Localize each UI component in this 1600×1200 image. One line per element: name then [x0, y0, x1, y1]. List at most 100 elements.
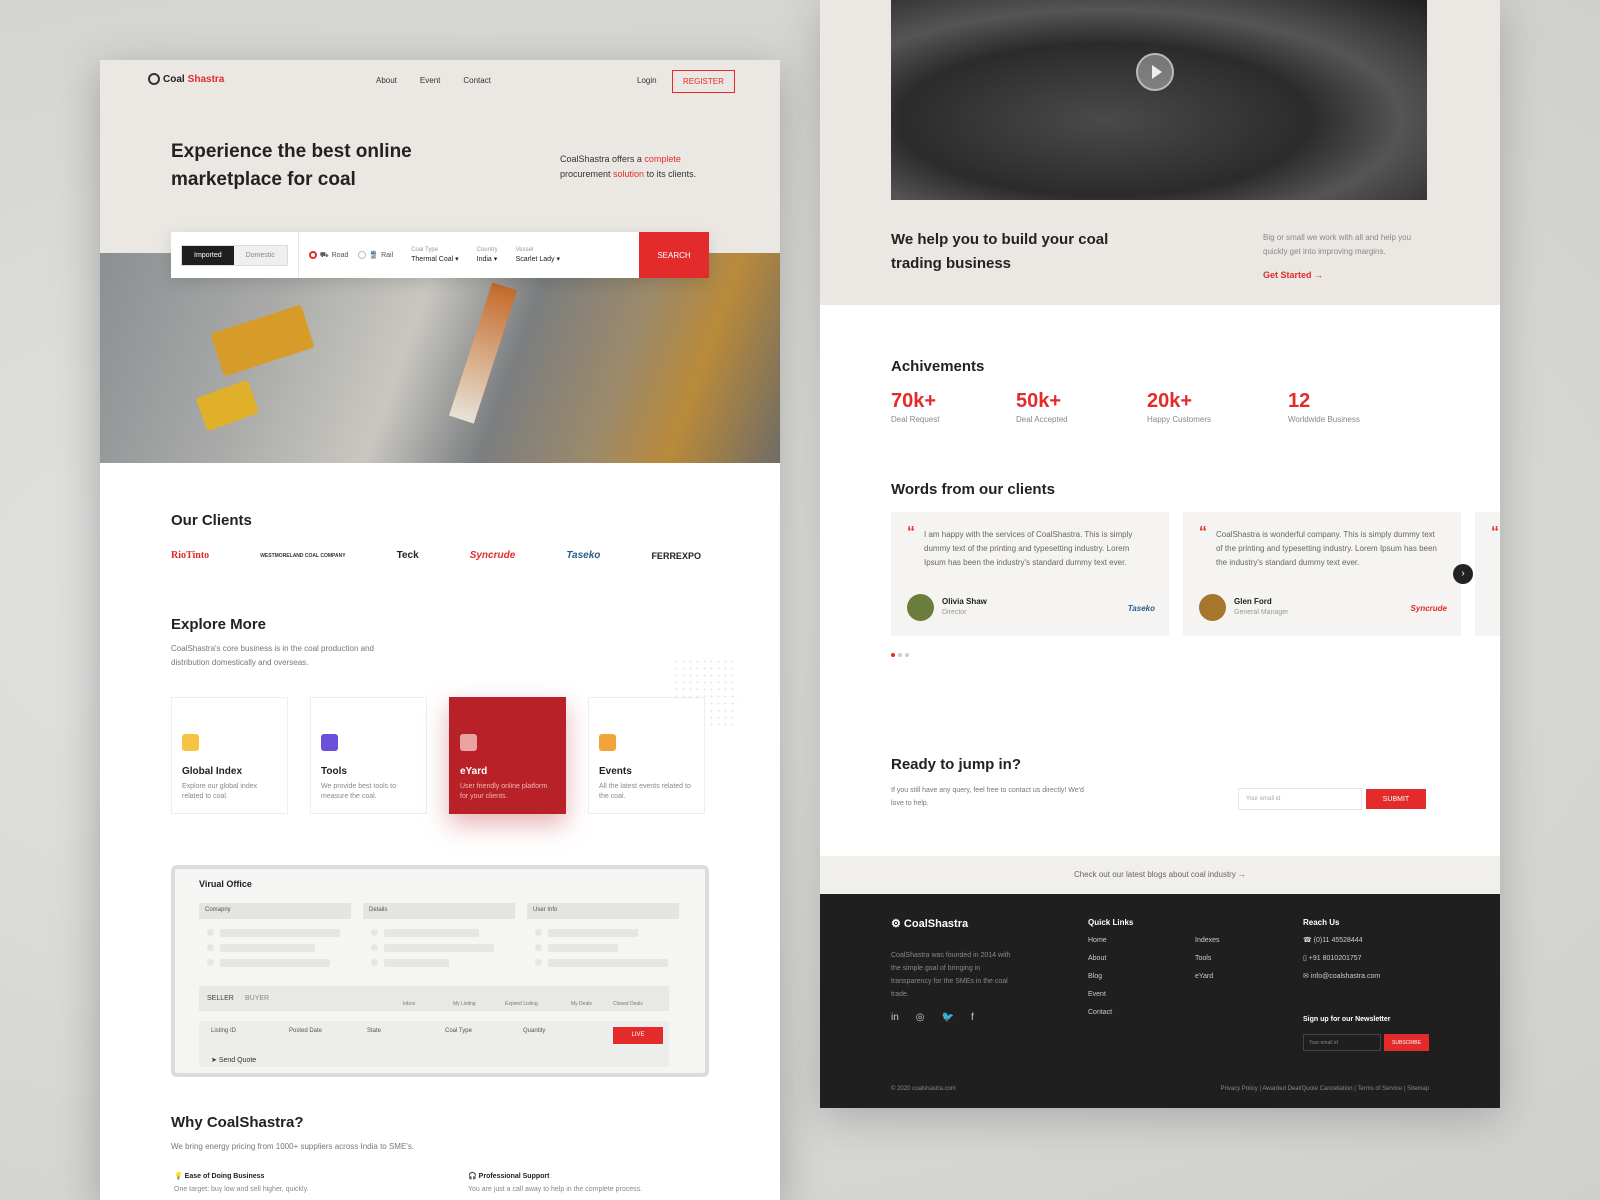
loader-shape — [195, 379, 260, 432]
blog-link[interactable]: Check out our latest blogs about coal in… — [820, 856, 1500, 894]
footer-link-blog[interactable]: Blog — [1088, 968, 1112, 986]
nav-event[interactable]: Event — [420, 76, 440, 85]
client-role: General Manager — [1234, 609, 1289, 616]
play-icon[interactable] — [1136, 53, 1174, 91]
stat-value: 50k+ — [1016, 390, 1062, 412]
stat-value: 12 — [1288, 390, 1311, 412]
client-brand-logo: Taseko — [1127, 604, 1155, 613]
why-title: Why CoalShastra? — [171, 1114, 304, 1131]
field-label: Vessel — [515, 247, 534, 253]
twitter-icon[interactable]: 🐦 — [942, 1012, 954, 1023]
footer-link-about[interactable]: About — [1088, 950, 1112, 968]
footer-link-tools[interactable]: Tools — [1195, 950, 1220, 968]
footer-link-event[interactable]: Event — [1088, 986, 1112, 1004]
tab-imported[interactable]: Imported — [182, 245, 234, 265]
placeholder-bar — [384, 944, 494, 952]
linkedin-icon[interactable]: in — [891, 1012, 899, 1023]
client-logo: Teck — [396, 550, 419, 561]
footer-link-eyard[interactable]: eYard — [1195, 968, 1220, 986]
carousel-dot[interactable] — [898, 653, 902, 657]
email-input[interactable]: Your email id — [1238, 788, 1362, 810]
register-button[interactable]: REGISTER — [672, 70, 735, 93]
train-icon: 🚆 — [369, 252, 379, 259]
carousel-dot[interactable] — [905, 653, 909, 657]
stat-label[interactable]: My Deals — [571, 1001, 592, 1007]
video-thumbnail[interactable] — [891, 0, 1427, 200]
feature-desc: You are just a call away to help in the … — [468, 1186, 643, 1193]
quick-links-col2: Indexes Tools eYard — [1195, 932, 1220, 986]
stat-label[interactable]: Closed Deals — [613, 1001, 643, 1007]
stat-label: Deal Request — [891, 415, 940, 424]
feature-ease: 💡 Ease of Doing Business One target: buy … — [174, 1172, 309, 1193]
instagram-icon[interactable]: ◎ — [916, 1012, 925, 1023]
send-quote-link[interactable]: ➤ Send Quote — [211, 1056, 256, 1064]
email-address[interactable]: info@coalshastra.com — [1311, 973, 1380, 980]
radio-label: Road — [331, 251, 349, 259]
next-arrow-button[interactable]: › — [1453, 564, 1473, 584]
footer-link-home[interactable]: Home — [1088, 932, 1112, 950]
gear-logo-icon — [148, 73, 160, 85]
nav-about[interactable]: About — [376, 76, 397, 85]
newsletter-email-input[interactable]: Your email id — [1303, 1034, 1381, 1051]
login-link[interactable]: Login — [637, 76, 657, 85]
placeholder-dot — [371, 929, 378, 936]
clients-title: Our Clients — [171, 512, 252, 529]
footer-logo[interactable]: ⚙ CoalShastra — [891, 917, 968, 930]
hero-desc-accent: complete — [644, 154, 681, 164]
stat-label[interactable]: My Listing — [453, 1001, 476, 1007]
client-logo: Taseko — [566, 550, 601, 561]
get-started-link[interactable]: Get Started → — [1263, 270, 1323, 280]
truck-shape — [210, 304, 315, 377]
coal-type-select[interactable]: Coal Type Thermal Coal ▾ — [411, 245, 458, 265]
calendar-icon — [599, 734, 616, 751]
placeholder-dot — [207, 959, 214, 966]
legal-links[interactable]: Privacy Policy | Awarded Deal/Quote Canc… — [1220, 1086, 1429, 1092]
phone-number[interactable]: (0)11 45528444 — [1314, 937, 1363, 944]
search-button[interactable]: SEARCH — [639, 232, 709, 278]
radio-label: Rail — [381, 251, 394, 259]
column-header: Details — [363, 903, 515, 919]
placeholder-bar — [384, 959, 449, 967]
client-logo: RioTinto — [171, 550, 210, 561]
card-title: Tools — [321, 766, 347, 777]
radio-road[interactable]: ⛟ Road — [308, 251, 349, 260]
card-desc: All the latest events related to the coa… — [599, 783, 691, 800]
submit-button[interactable]: SUBMIT — [1366, 789, 1426, 809]
tab-buyer[interactable]: BUYER — [245, 995, 269, 1002]
card-tools[interactable]: Tools We provide best tools to measure th… — [310, 697, 427, 814]
stat-label: Worldwide Business — [1288, 415, 1360, 424]
tools-icon — [321, 734, 338, 751]
field-value: Scarlet Lady ▾ — [515, 256, 561, 263]
vessel-select[interactable]: Vessel Scarlet Lady ▾ — [516, 245, 560, 265]
stat-label[interactable]: Expired Listing — [505, 1001, 538, 1007]
card-global-index[interactable]: Global Index Explore our global index rel… — [171, 697, 288, 814]
stat-deal-request: 70k+ Deal Request — [891, 390, 939, 424]
nav-contact[interactable]: Contact — [463, 76, 491, 85]
hero-title: Experience the best online marketplace f… — [171, 141, 412, 190]
avatar — [1199, 594, 1226, 621]
live-button[interactable]: LIVE — [613, 1027, 663, 1044]
mobile-number[interactable]: +91 8010201757 — [1309, 955, 1362, 962]
radio-rail[interactable]: 🚆 Rail — [358, 251, 393, 259]
card-title: eYard — [460, 766, 488, 777]
facebook-icon[interactable]: f — [971, 1012, 974, 1023]
placeholder-dot — [535, 944, 542, 951]
stat-label[interactable]: Inbox — [403, 1001, 415, 1007]
gear-logo-icon: ⚙ — [891, 918, 904, 930]
logo[interactable]: Coal Shastra — [148, 73, 224, 85]
tab-seller[interactable]: SELLER — [207, 995, 234, 1002]
feature-title: Professional Support — [478, 1173, 550, 1180]
card-eyard[interactable]: eYard User friendly online platform for y… — [449, 697, 566, 814]
footer-link-contact[interactable]: Contact — [1088, 1004, 1112, 1022]
footer-link-indexes[interactable]: Indexes — [1195, 932, 1220, 950]
subscribe-button[interactable]: SUBSCRIBE — [1384, 1034, 1429, 1051]
mobile-row: ▯ +91 8010201757 — [1303, 950, 1380, 968]
office-tab-bar: SELLER BUYER — [199, 986, 669, 1011]
tab-domestic[interactable]: Domestic — [233, 245, 287, 265]
client-brand-logo: Syncrude — [1410, 604, 1447, 613]
truck-icon: ⛟ — [319, 251, 329, 259]
carousel-dot[interactable] — [891, 653, 895, 657]
field-label: Listing ID — [211, 1028, 237, 1034]
country-select[interactable]: Country India ▾ — [477, 245, 498, 265]
card-events[interactable]: Events All the latest events related to t… — [588, 697, 705, 814]
